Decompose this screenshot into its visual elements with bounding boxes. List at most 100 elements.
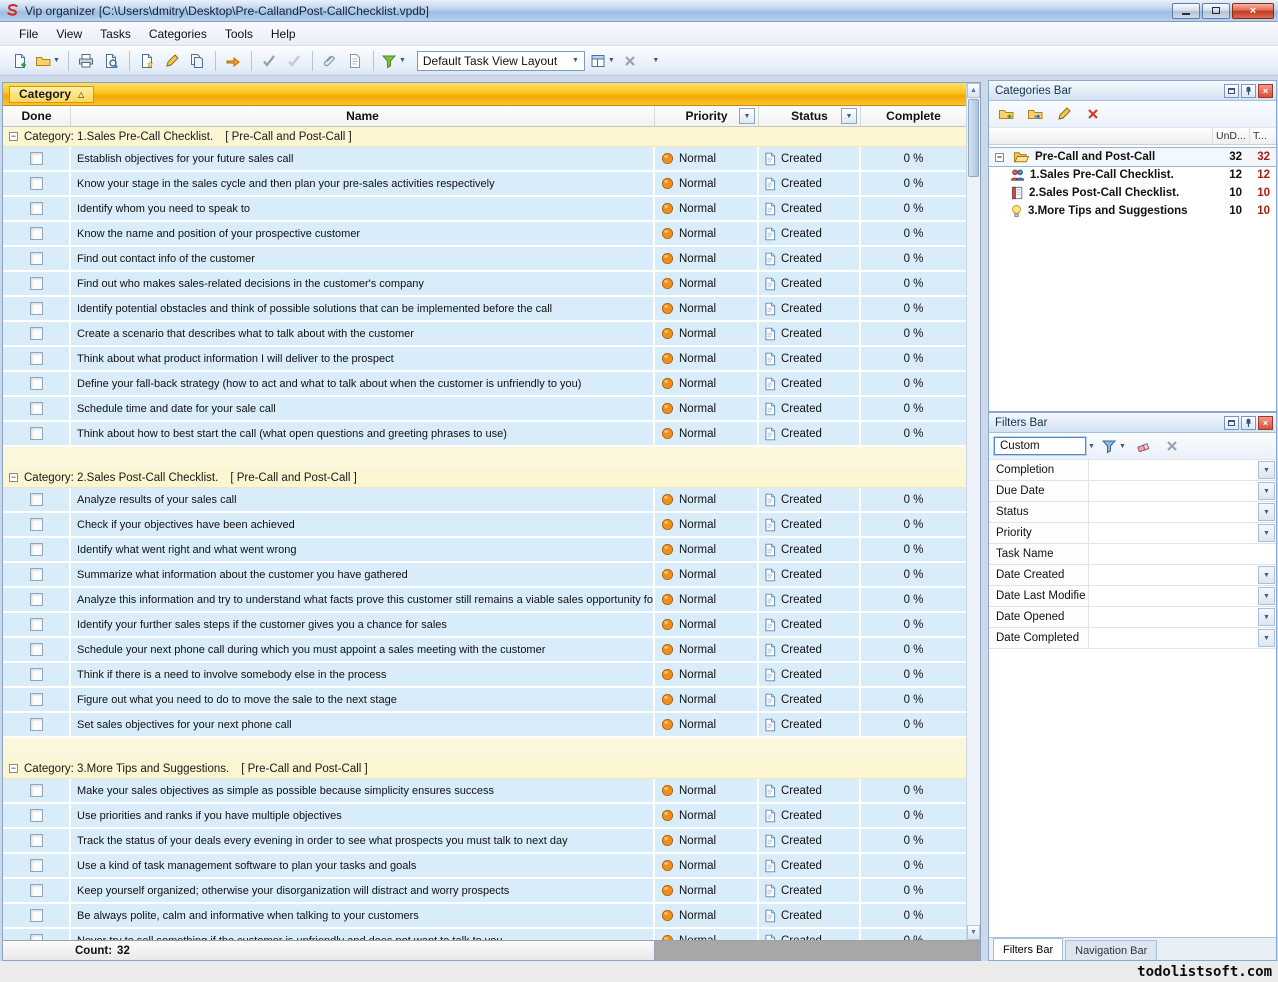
done-checkbox[interactable]	[30, 834, 43, 847]
task-name-cell[interactable]: Think about what product information I w…	[71, 347, 655, 372]
filter-value-field[interactable]	[1089, 544, 1276, 564]
scrollbar-thumb[interactable]	[968, 99, 979, 177]
close-panel-button[interactable]: ×	[1258, 416, 1273, 430]
new-subcategory-button[interactable]	[1023, 103, 1047, 125]
attachments-button[interactable]	[318, 50, 342, 72]
task-status-cell[interactable]: Created	[759, 297, 861, 322]
task-status-cell[interactable]: Created	[759, 397, 861, 422]
task-status-cell[interactable]: Created	[759, 422, 861, 447]
done-checkbox[interactable]	[30, 152, 43, 165]
filter-value-field[interactable]	[1089, 607, 1257, 627]
collapse-icon[interactable]: −	[9, 764, 18, 773]
task-name-cell[interactable]: Find out contact info of the customer	[71, 247, 655, 272]
filter-value-field[interactable]	[1089, 565, 1257, 585]
task-status-cell[interactable]: Created	[759, 272, 861, 297]
task-priority-cell[interactable]: Normal	[655, 613, 759, 638]
task-status-cell[interactable]: Created	[759, 347, 861, 372]
task-status-cell[interactable]: Created	[759, 613, 861, 638]
minimize-button[interactable]	[1172, 3, 1200, 19]
column-header-complete[interactable]: Complete	[861, 106, 966, 126]
chevron-down-icon[interactable]: ▼	[1258, 566, 1275, 584]
group-header[interactable]: − Category: 2.Sales Post-Call Checklist.…	[3, 468, 980, 488]
task-status-cell[interactable]: Created	[759, 588, 861, 613]
filter-value-field[interactable]	[1089, 481, 1257, 501]
undone-column-header[interactable]: UnD...	[1213, 128, 1250, 144]
task-priority-cell[interactable]: Normal	[655, 879, 759, 904]
task-name-cell[interactable]: Know the name and position of your prosp…	[71, 222, 655, 247]
done-checkbox[interactable]	[30, 327, 43, 340]
task-priority-cell[interactable]: Normal	[655, 663, 759, 688]
task-status-cell[interactable]: Created	[759, 247, 861, 272]
task-name-cell[interactable]: Analyze results of your sales call	[71, 488, 655, 513]
undock-panel-button[interactable]	[1224, 416, 1239, 430]
edit-task-button[interactable]	[160, 50, 184, 72]
task-name-cell[interactable]: Use priorities and ranks if you have mul…	[71, 804, 655, 829]
task-priority-cell[interactable]: Normal	[655, 297, 759, 322]
task-priority-cell[interactable]: Normal	[655, 829, 759, 854]
task-priority-cell[interactable]: Normal	[655, 904, 759, 929]
task-name-cell[interactable]: Analyze this information and try to unde…	[71, 588, 655, 613]
complete-task-button[interactable]	[221, 50, 245, 72]
task-priority-cell[interactable]: Normal	[655, 147, 759, 172]
task-priority-cell[interactable]: Normal	[655, 322, 759, 347]
task-priority-cell[interactable]: Normal	[655, 372, 759, 397]
task-name-cell[interactable]: Find out who makes sales-related decisio…	[71, 272, 655, 297]
collapse-icon[interactable]: −	[9, 473, 18, 482]
task-name-cell[interactable]: Define your fall-back strategy (how to a…	[71, 372, 655, 397]
filter-value-field[interactable]	[1089, 460, 1257, 480]
task-name-cell[interactable]: Check if your objectives have been achie…	[71, 513, 655, 538]
filter-preset-combo[interactable]: Custom	[994, 437, 1086, 455]
filter-menu-button[interactable]: ▼	[379, 50, 408, 72]
task-name-cell[interactable]: Think about how to best start the call (…	[71, 422, 655, 447]
chevron-down-icon[interactable]: ▼	[1258, 482, 1275, 500]
menu-tools[interactable]: Tools	[216, 24, 262, 44]
chevron-down-icon[interactable]: ▼	[1258, 503, 1275, 521]
task-name-cell[interactable]: Keep yourself organized; otherwise your …	[71, 879, 655, 904]
filter-value-field[interactable]	[1089, 628, 1257, 648]
category-tree-item[interactable]: 3.More Tips and Suggestions 10 10	[989, 202, 1276, 220]
done-checkbox[interactable]	[30, 177, 43, 190]
task-status-cell[interactable]: Created	[759, 147, 861, 172]
done-checkbox[interactable]	[30, 277, 43, 290]
filter-value-field[interactable]	[1089, 523, 1257, 543]
mark-undone-button[interactable]	[282, 50, 306, 72]
done-checkbox[interactable]	[30, 518, 43, 531]
chevron-down-icon[interactable]: ▼	[1088, 443, 1095, 450]
close-panel-button[interactable]: ×	[1258, 84, 1273, 98]
task-name-cell[interactable]: Set sales objectives for your next phone…	[71, 713, 655, 738]
done-checkbox[interactable]	[30, 859, 43, 872]
done-checkbox[interactable]	[30, 568, 43, 581]
task-priority-cell[interactable]: Normal	[655, 513, 759, 538]
task-status-cell[interactable]: Created	[759, 172, 861, 197]
chevron-down-icon[interactable]: ▼	[1258, 461, 1275, 479]
task-status-cell[interactable]: Created	[759, 488, 861, 513]
group-header[interactable]: − Category: 1.Sales Pre-Call Checklist. …	[3, 127, 980, 147]
done-checkbox[interactable]	[30, 202, 43, 215]
task-priority-cell[interactable]: Normal	[655, 397, 759, 422]
task-priority-cell[interactable]: Normal	[655, 779, 759, 804]
task-status-cell[interactable]: Created	[759, 688, 861, 713]
tab-filters-bar[interactable]: Filters Bar	[993, 938, 1063, 960]
undock-panel-button[interactable]	[1224, 84, 1239, 98]
task-status-cell[interactable]: Created	[759, 804, 861, 829]
task-name-cell[interactable]: Schedule time and date for your sale cal…	[71, 397, 655, 422]
menu-categories[interactable]: Categories	[140, 24, 216, 44]
task-name-cell[interactable]: Identify your further sales steps if the…	[71, 613, 655, 638]
task-name-cell[interactable]: Identify whom you need to speak to	[71, 197, 655, 222]
task-name-cell[interactable]: Track the status of your deals every eve…	[71, 829, 655, 854]
menu-help[interactable]: Help	[262, 24, 305, 44]
done-checkbox[interactable]	[30, 718, 43, 731]
status-filter-dropdown[interactable]: ▼	[841, 108, 857, 124]
filter-value-field[interactable]	[1089, 502, 1257, 522]
priority-filter-dropdown[interactable]: ▼	[739, 108, 755, 124]
task-status-cell[interactable]: Created	[759, 322, 861, 347]
task-status-cell[interactable]: Created	[759, 372, 861, 397]
mark-done-button[interactable]	[257, 50, 281, 72]
pin-panel-button[interactable]	[1241, 416, 1256, 430]
done-checkbox[interactable]	[30, 377, 43, 390]
print-preview-button[interactable]	[99, 50, 123, 72]
task-priority-cell[interactable]: Normal	[655, 488, 759, 513]
filter-value-field[interactable]	[1089, 586, 1257, 606]
task-priority-cell[interactable]: Normal	[655, 272, 759, 297]
done-checkbox[interactable]	[30, 618, 43, 631]
